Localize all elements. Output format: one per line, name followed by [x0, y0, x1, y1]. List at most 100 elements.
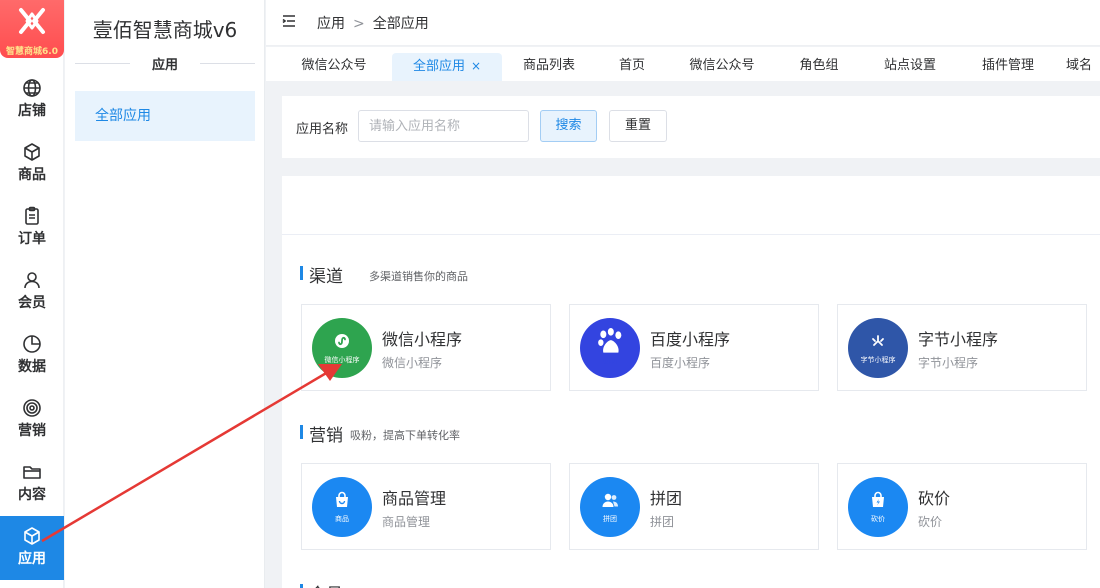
rail-item-label: 营销 — [18, 423, 46, 439]
shop-title: 壹佰智慧商城v6 — [92, 18, 238, 42]
rail-item-data[interactable]: 数据 — [0, 324, 64, 388]
app-window: 智慧商城6.0 店铺 商品 订单 会员 数据 营销 内容 应用 壹佰智慧商城v6… — [0, 0, 1100, 588]
group-title-bar — [300, 584, 303, 588]
globe-icon — [23, 79, 41, 97]
search-form: 应用名称 搜索 重置 — [282, 96, 1100, 158]
app-name: 字节小程序 — [918, 330, 999, 349]
rail-item-label: 会员 — [18, 295, 46, 311]
baidu-paw-icon: du — [580, 318, 640, 378]
wechat-miniprogram-icon: 微信小程序 — [312, 318, 372, 378]
breadcrumb-root[interactable]: 应用 — [317, 16, 345, 32]
app-icon-caption: 砍价 — [871, 515, 885, 523]
group-users-icon: 拼团 — [580, 477, 640, 537]
group-subtitle: 多渠道销售你的商品 — [369, 270, 468, 283]
app-icon-caption: 商品 — [335, 515, 349, 523]
breadcrumb-separator: > — [353, 16, 365, 32]
search-button[interactable]: 搜索 — [540, 110, 597, 142]
tab-goods-list[interactable]: 商品列表 — [512, 53, 586, 81]
primary-rail: 智慧商城6.0 店铺 商品 订单 会员 数据 营销 内容 应用 — [0, 0, 64, 588]
pie-chart-icon — [23, 335, 41, 353]
app-card-goods-manage[interactable]: 商品 商品管理 商品管理 — [301, 463, 551, 550]
rail-item-marketing[interactable]: 营销 — [0, 388, 64, 452]
group-title-text: 会员 — [309, 580, 343, 588]
tab-bar: 微信公众号 全部应用 × 商品列表 首页 微信公众号 角色组 站点设置 插件管理 … — [266, 47, 1100, 81]
app-icon-caption: 微信小程序 — [324, 356, 360, 364]
tab-roles[interactable]: 角色组 — [788, 53, 850, 81]
app-name: 拼团 — [650, 489, 683, 508]
rail-item-content[interactable]: 内容 — [0, 452, 64, 516]
rail-item-label: 店铺 — [18, 103, 46, 119]
tab-label: 微信公众号 — [689, 58, 755, 73]
rail-item-goods[interactable]: 商品 — [0, 132, 64, 196]
rail-item-apps[interactable]: 应用 — [0, 516, 64, 580]
rail-item-label: 数据 — [18, 359, 46, 375]
group-title-members: 会员 — [300, 580, 600, 588]
tab-home[interactable]: 首页 — [606, 53, 658, 81]
group-subtitle: 吸粉，提高下单转化率 — [350, 429, 460, 442]
tab-plugins[interactable]: 插件管理 — [968, 53, 1048, 81]
group-title-marketing: 营销 吸粉，提高下单转化率 — [300, 421, 600, 446]
app-card-baidu-miniprogram[interactable]: du 百度小程序 百度小程序 — [569, 304, 819, 391]
rail-item-label: 订单 — [18, 231, 46, 247]
app-card-bytedance-miniprogram[interactable]: 字节小程序 字节小程序 字节小程序 — [837, 304, 1087, 391]
close-icon[interactable]: × — [471, 59, 481, 73]
app-name: 商品管理 — [382, 489, 447, 508]
app-desc: 微信小程序 — [382, 356, 443, 370]
app-icon-caption: du — [602, 356, 618, 367]
user-icon — [24, 272, 40, 289]
tab-wechat-official-2[interactable]: 微信公众号 — [674, 53, 770, 81]
tab-label: 首页 — [618, 58, 645, 73]
tab-label: 角色组 — [799, 58, 839, 73]
app-desc: 砍价 — [918, 515, 943, 529]
rail-item-label: 内容 — [18, 487, 46, 503]
sidebar-item-all-apps[interactable]: 全部应用 — [75, 91, 255, 141]
app-name: 微信小程序 — [382, 330, 463, 349]
tab-site-settings[interactable]: 站点设置 — [870, 53, 950, 81]
sidebar-section-title: 应用 — [75, 54, 255, 74]
reset-button[interactable]: 重置 — [609, 110, 667, 142]
tab-domain[interactable]: 域名 — [1066, 53, 1100, 81]
tab-label: 微信公众号 — [301, 58, 367, 73]
breadcrumb: 应用 > 全部应用 — [317, 13, 429, 33]
clipboard-icon — [25, 206, 39, 225]
group-title-channels: 渠道 多渠道销售你的商品 — [300, 262, 600, 287]
content-divider — [282, 234, 1100, 235]
top-header: 应用 > 全部应用 — [266, 0, 1100, 46]
tab-label: 域名 — [1066, 58, 1093, 73]
tab-label: 插件管理 — [981, 58, 1034, 73]
rail-item-label: 商品 — [18, 167, 46, 183]
app-name: 百度小程序 — [650, 330, 731, 349]
cube-icon — [24, 527, 40, 545]
app-card-group-buy[interactable]: 拼团 拼团 拼团 — [569, 463, 819, 550]
logo-caption: 智慧商城6.0 — [6, 47, 58, 57]
tab-label: 站点设置 — [883, 58, 936, 73]
breadcrumb-current: 全部应用 — [372, 16, 429, 32]
tab-wechat-official[interactable]: 微信公众号 — [286, 53, 382, 81]
lightning-bag-icon: 砍价 — [848, 477, 908, 537]
app-name-input[interactable] — [358, 110, 529, 142]
rail-item-store[interactable]: 店铺 — [0, 68, 64, 132]
app-desc: 商品管理 — [382, 515, 431, 529]
app-desc: 拼团 — [650, 515, 675, 529]
folder-icon — [23, 466, 41, 479]
shopping-bag-icon: 商品 — [312, 477, 372, 537]
app-card-bargain[interactable]: 砍价 砍价 砍价 — [837, 463, 1087, 550]
rail-item-orders[interactable]: 订单 — [0, 196, 64, 260]
app-icon-caption: 拼团 — [603, 515, 617, 523]
rail-item-members[interactable]: 会员 — [0, 260, 64, 324]
app-name: 砍价 — [918, 489, 951, 508]
app-desc: 百度小程序 — [650, 356, 711, 370]
app-name-label: 应用名称 — [296, 122, 349, 137]
tab-label: 全部应用 — [412, 59, 465, 74]
brand-logo[interactable]: 智慧商城6.0 — [0, 0, 64, 58]
app-card-wechat-miniprogram[interactable]: 微信小程序 微信小程序 微信小程序 — [301, 304, 551, 391]
menu-toggle-icon[interactable] — [282, 14, 296, 28]
group-title-bar — [300, 425, 303, 439]
target-icon — [23, 399, 41, 417]
group-title-bar — [300, 266, 303, 280]
app-desc: 字节小程序 — [918, 356, 979, 370]
app-list-panel: 渠道 多渠道销售你的商品 微信小程序 微信小程序 微信小程序 du 百度小程序 … — [282, 176, 1100, 588]
tab-all-apps[interactable]: 全部应用 × — [392, 53, 502, 81]
secondary-sidebar: 壹佰智慧商城v6 应用 全部应用 — [65, 0, 265, 588]
app-icon-caption: 字节小程序 — [860, 356, 896, 364]
